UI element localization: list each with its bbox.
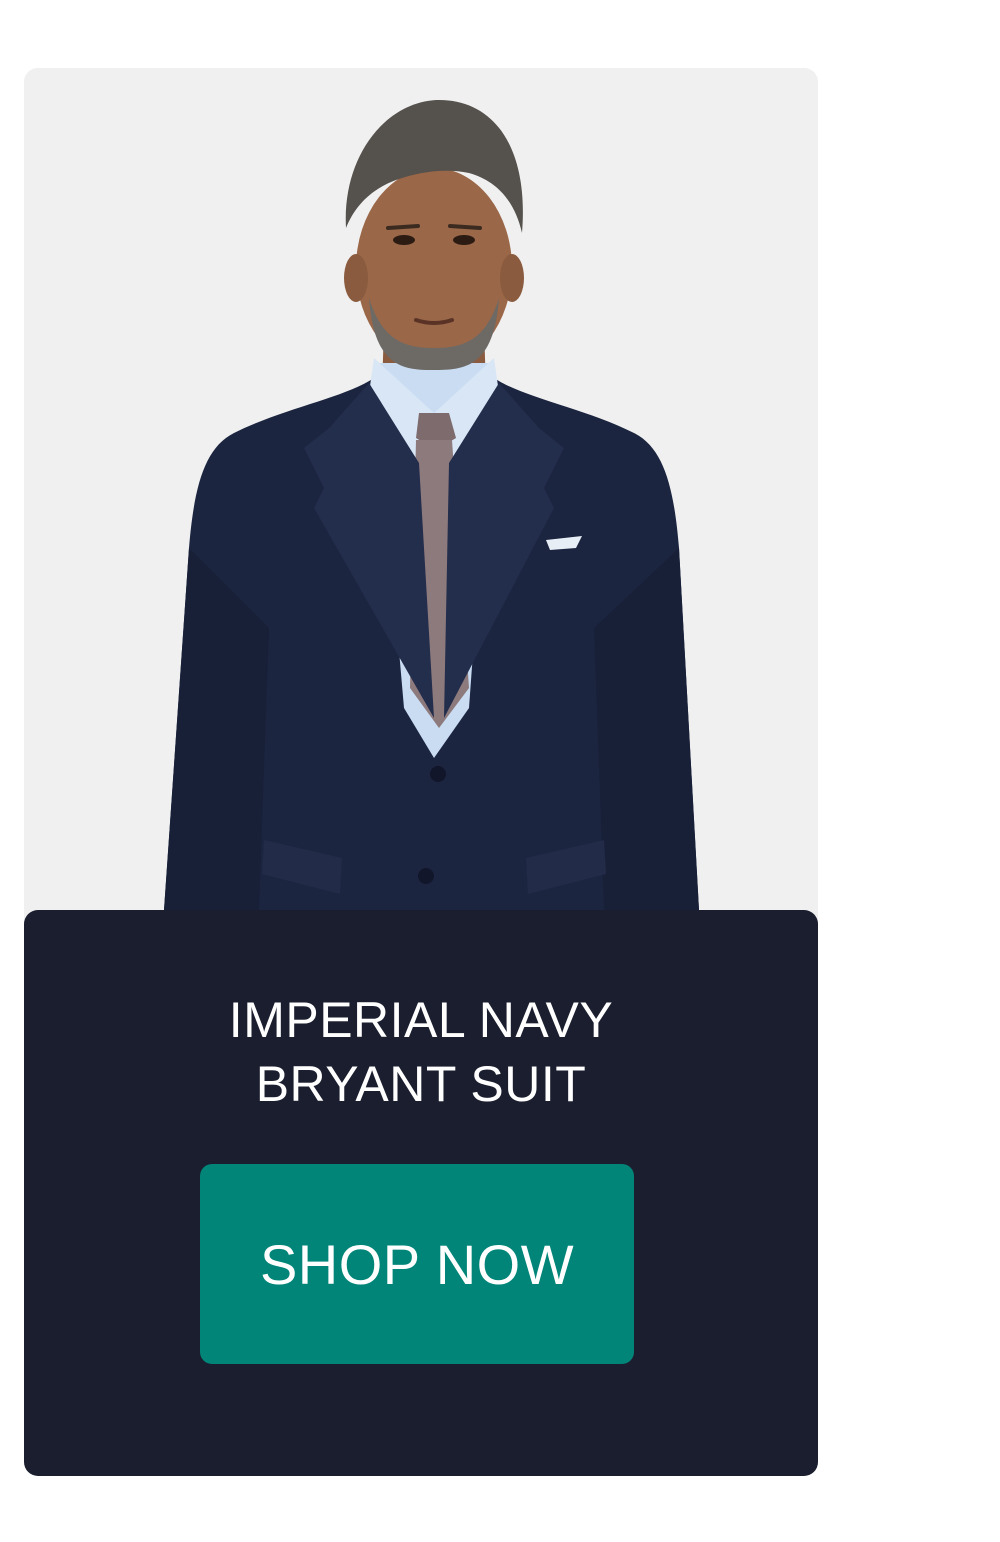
product-title-line2: BRYANT SUIT (255, 1056, 587, 1112)
product-title: IMPERIAL NAVY BRYANT SUIT (24, 988, 818, 1116)
product-title-line1: IMPERIAL NAVY (228, 992, 614, 1048)
product-info-panel: IMPERIAL NAVY BRYANT SUIT SHOP NOW (24, 910, 818, 1476)
shop-now-button[interactable]: SHOP NOW (200, 1164, 634, 1364)
product-card[interactable]: IMPERIAL NAVY BRYANT SUIT SHOP NOW (24, 68, 818, 1476)
model-in-navy-suit-icon (164, 99, 699, 910)
product-photo[interactable] (24, 68, 818, 910)
